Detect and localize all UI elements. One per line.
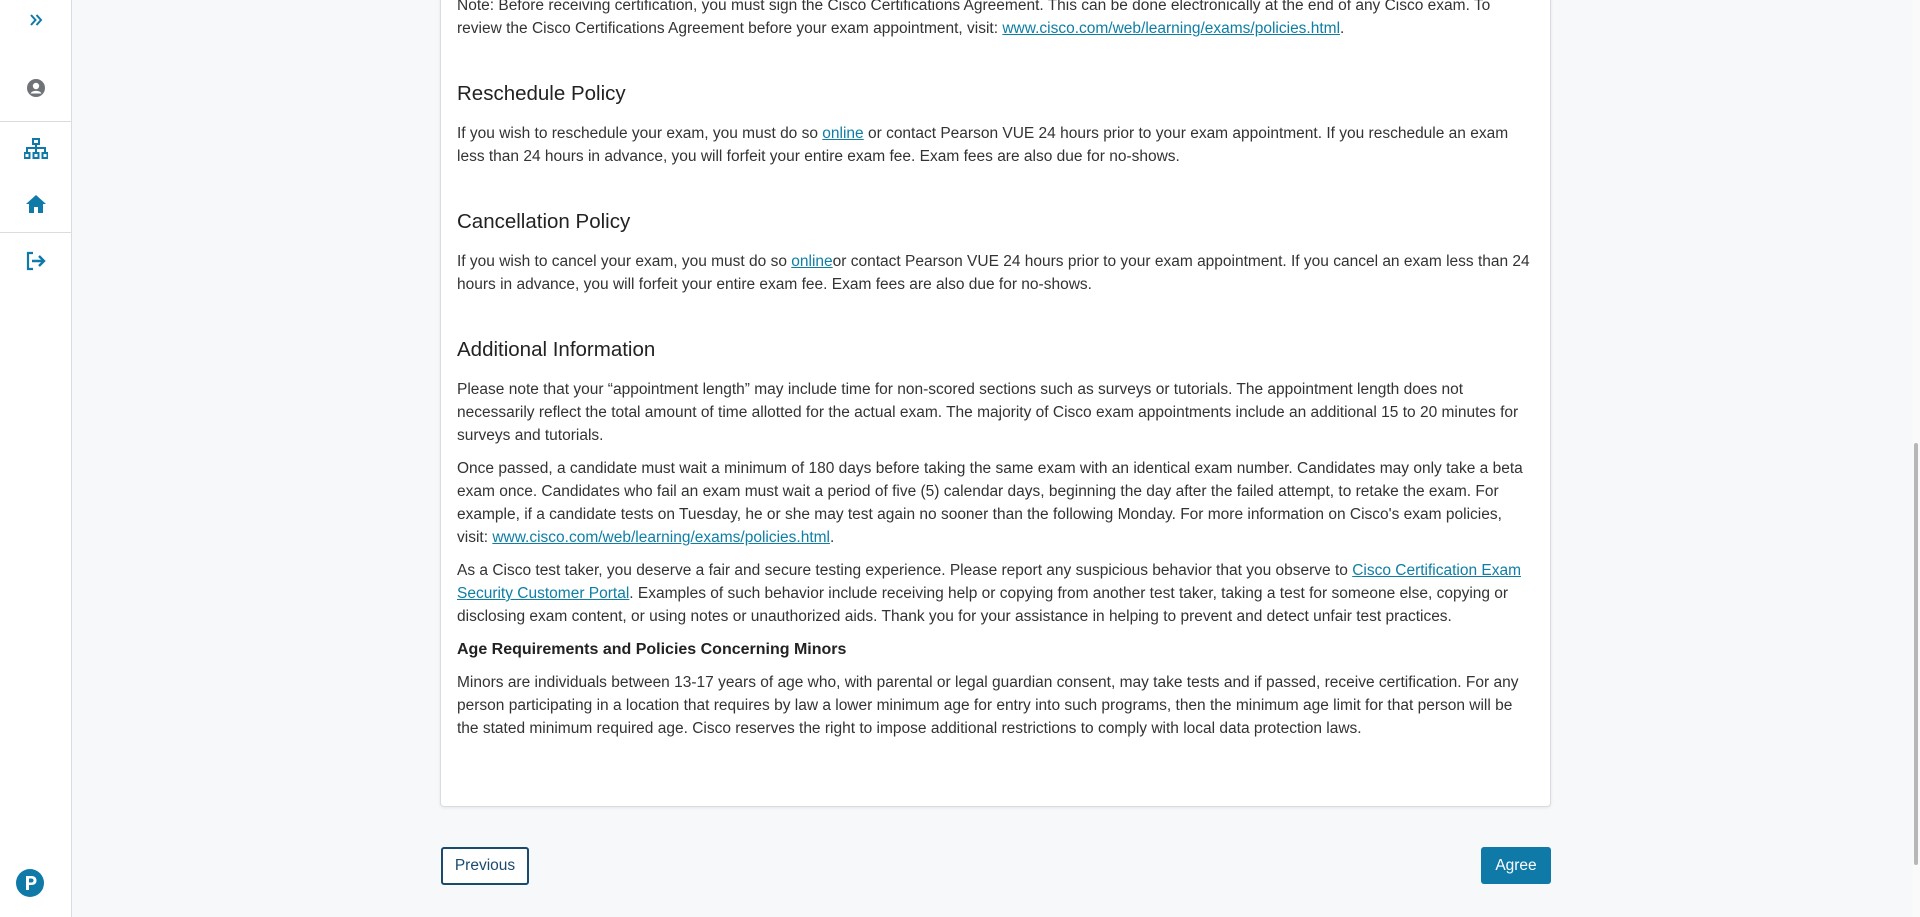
chevrons-right-icon xyxy=(30,14,43,26)
sidebar-divider xyxy=(0,121,72,122)
cancellation-text-start: If you wish to cancel your exam, you mus… xyxy=(457,253,792,270)
reschedule-online-link[interactable]: online xyxy=(822,125,863,142)
reschedule-text-start: If you wish to reschedule your exam, you… xyxy=(457,125,823,142)
sidebar-divider xyxy=(0,232,72,233)
security-text-start: As a Cisco test taker, you deserve a fai… xyxy=(457,562,1353,579)
policies-link[interactable]: www.cisco.com/web/learning/exams/policie… xyxy=(1002,20,1340,37)
security-report-text: As a Cisco test taker, you deserve a fai… xyxy=(457,559,1537,628)
certification-note: Note: Before receiving certification, yo… xyxy=(457,0,1537,40)
cancellation-text: If you wish to cancel your exam, you mus… xyxy=(457,250,1537,296)
retake-policy-text: Once passed, a candidate must wait a min… xyxy=(457,457,1537,549)
pearson-logo-icon xyxy=(16,869,44,897)
profile-button[interactable] xyxy=(0,75,72,101)
retake-text-end: . xyxy=(830,529,835,546)
sitemap-button[interactable] xyxy=(0,136,72,162)
user-icon xyxy=(27,79,45,97)
cancellation-online-link[interactable]: online xyxy=(791,253,832,270)
sign-out-button[interactable] xyxy=(0,248,72,274)
scrollbar-thumb[interactable] xyxy=(1914,443,1918,865)
reschedule-heading: Reschedule Policy xyxy=(457,82,626,105)
minors-text: Minors are individuals between 13-17 yea… xyxy=(457,674,1519,737)
additional-info-heading: Additional Information xyxy=(457,338,656,361)
note-text-end: . xyxy=(1340,20,1345,37)
cancellation-heading: Cancellation Policy xyxy=(457,210,631,233)
policy-content: Note: Before receiving certification, yo… xyxy=(457,0,1537,740)
retake-policies-link[interactable]: www.cisco.com/web/learning/exams/policie… xyxy=(492,529,830,546)
expand-sidebar-button[interactable] xyxy=(0,7,72,33)
pearson-logo[interactable] xyxy=(0,868,66,898)
sidebar xyxy=(0,0,72,917)
home-button[interactable] xyxy=(0,191,72,217)
sign-out-icon xyxy=(26,251,46,271)
appointment-length-text: Please note that your “appointment lengt… xyxy=(457,381,1519,444)
home-icon xyxy=(26,195,46,213)
minors-heading: Age Requirements and Policies Concerning… xyxy=(457,641,847,658)
previous-button[interactable]: Previous xyxy=(441,847,529,885)
agree-button[interactable]: Agree xyxy=(1481,847,1551,884)
reschedule-text: If you wish to reschedule your exam, you… xyxy=(457,122,1537,168)
scrollbar[interactable] xyxy=(1913,0,1920,917)
sitemap-icon xyxy=(24,138,48,159)
